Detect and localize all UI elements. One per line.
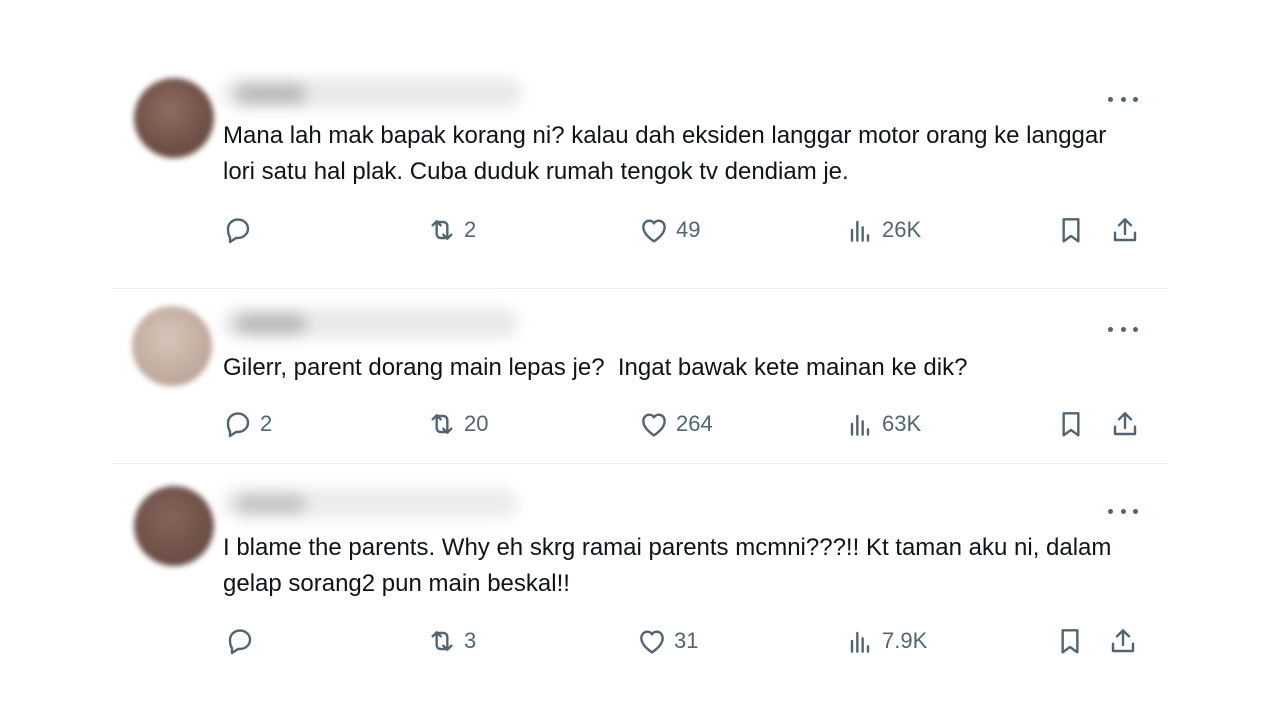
avatar[interactable] [134,486,214,566]
views-count: 63K [882,411,922,436]
like-count: 31 [674,628,699,653]
more-options-icon[interactable] [1108,324,1138,334]
more-options-icon[interactable] [1108,506,1138,516]
share-icon [1113,412,1137,436]
bookmark-button[interactable] [1054,625,1086,657]
retweet-icon [431,414,453,434]
share-button[interactable] [1109,408,1141,440]
more-options-icon[interactable] [1108,94,1138,104]
like-icon [640,630,664,654]
retweet-button[interactable]: 2 [426,214,476,246]
divider [112,288,1168,289]
reply-icon [226,218,250,244]
views-count: 7.9K [882,628,928,653]
like-count: 49 [676,217,701,242]
views-button[interactable]: 7.9K [844,625,927,657]
retweet-count: 20 [464,411,489,436]
tweet-3[interactable]: I blame the parents. Why eh skrg ramai p… [112,480,1168,680]
like-icon [642,219,666,243]
retweet-count: 2 [464,217,477,242]
tweet-1[interactable]: Mana lah mak bapak korang ni? kalau dah … [112,70,1168,270]
blurred-username [222,308,518,338]
views-button[interactable]: 63K [844,408,921,440]
share-icon [1111,629,1135,653]
share-button[interactable] [1107,625,1139,657]
tweet-text: I blame the parents. Why eh skrg ramai p… [223,534,1119,597]
views-icon [850,414,870,436]
divider [112,463,1168,464]
like-count: 264 [676,411,713,436]
retweet-icon [431,220,453,240]
views-count: 26K [882,217,922,242]
retweet-button[interactable]: 3 [426,625,476,657]
views-icon [850,631,870,653]
reply-button[interactable] [224,625,262,657]
like-button[interactable]: 49 [638,214,700,246]
tweet-2[interactable]: Gilerr, parent dorang main lepas je? Ing… [112,300,1168,460]
retweet-icon [431,631,453,651]
retweet-button[interactable]: 20 [426,408,488,440]
reply-count: 2 [260,411,273,436]
reply-icon [228,629,252,655]
bookmark-button[interactable] [1055,214,1087,246]
avatar[interactable] [134,78,214,158]
tweet-text: Mana lah mak bapak korang ni? kalau dah … [223,122,1113,185]
share-button[interactable] [1109,214,1141,246]
bookmark-button[interactable] [1055,408,1087,440]
like-icon [642,413,666,437]
reply-button[interactable]: 2 [222,408,272,440]
blurred-username [222,488,518,518]
reply-button[interactable] [222,214,260,246]
avatar[interactable] [132,306,212,386]
bookmark-icon [1062,412,1080,437]
bookmark-icon [1061,629,1079,654]
like-button[interactable]: 31 [636,625,698,657]
views-icon [850,220,870,242]
like-button[interactable]: 264 [638,408,713,440]
retweet-count: 3 [464,628,477,653]
reply-icon [226,412,250,438]
blurred-username [222,78,522,108]
bookmark-icon [1062,218,1080,243]
tweet-text: Gilerr, parent dorang main lepas je? Ing… [223,354,968,381]
views-button[interactable]: 26K [844,214,921,246]
share-icon [1113,218,1137,242]
